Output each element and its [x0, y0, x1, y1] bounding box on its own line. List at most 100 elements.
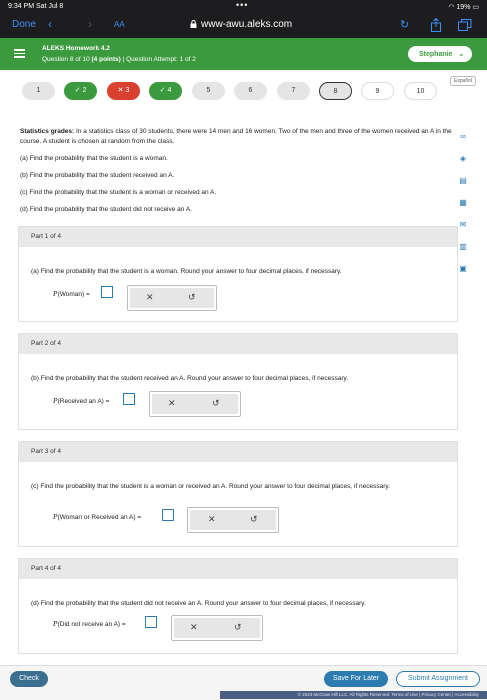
problem-item-c: (c) Find the probability that the studen…: [20, 189, 217, 196]
assignment-title: ALEKS Homework 4.2: [42, 45, 110, 52]
multitask-dots[interactable]: •••: [236, 0, 248, 10]
espanol-toggle[interactable]: Español: [450, 76, 477, 86]
chevron-down-icon: ⌄: [458, 51, 465, 58]
problem-statement: Statistics grades: In a statistics class…: [20, 127, 460, 215]
question-nav-button-2[interactable]: ✓ 2: [64, 82, 97, 100]
part-4-label: P(Did not receive an A) =: [53, 619, 126, 628]
undo-icon[interactable]: ↺: [250, 514, 258, 525]
share-icon[interactable]: [430, 18, 442, 32]
part-2-header: Part 2 of 4: [19, 334, 457, 354]
user-menu-button[interactable]: Stephanie ⌄: [408, 46, 472, 62]
status-time: 9:34 PM Sat Jul 8: [8, 3, 64, 10]
clear-icon[interactable]: ✕: [190, 622, 198, 633]
problem-item-d: (d) Find the probability that the studen…: [20, 206, 192, 213]
forward-icon[interactable]: ›: [88, 17, 92, 31]
tools-sidebar: ∞ ◈ ▤ ▦ ✉ ▥ ▣: [458, 132, 472, 286]
part-2-question: (b) Find the probability that the studen…: [31, 375, 349, 382]
part-2-answer-input[interactable]: [123, 393, 135, 405]
part-2-label-text: (Received an A) =: [57, 398, 110, 405]
question-nav-button-10[interactable]: 10: [404, 82, 437, 100]
action-box-inner: [152, 394, 238, 414]
wifi-icon: ◠: [448, 4, 455, 11]
problem-text: In a statistics class of 30 students, th…: [20, 128, 452, 145]
part-3-label-text: (Woman or Received an A) =: [57, 514, 142, 521]
part-1-answer-input[interactable]: [101, 286, 113, 298]
undo-icon[interactable]: ↺: [188, 292, 196, 303]
problem-intro: Statistics grades: In a statistics class…: [20, 127, 460, 147]
question-nav-button-3[interactable]: ✕ 3: [107, 82, 140, 100]
done-button[interactable]: Done: [12, 19, 36, 30]
part-3-question: (c) Find the probability that the studen…: [31, 483, 391, 490]
part-3-panel: Part 3 of 4 (c) Find the probability tha…: [18, 441, 458, 547]
question-nav: 1 ✓ 2 ✕ 3 ✓ 4 5 6 7 8 9 10: [22, 82, 452, 100]
part-4-answer-input[interactable]: [145, 616, 157, 628]
clear-icon[interactable]: ✕: [208, 514, 216, 525]
question-nav-button-7[interactable]: 7: [277, 82, 310, 100]
part-2-label: P(Received an A) =: [53, 396, 109, 405]
user-name: Stephanie: [419, 51, 453, 58]
recommendation-icon[interactable]: ◈: [458, 154, 468, 164]
part-1-action-box: ✕ ↺: [127, 285, 217, 311]
question-nav-button-6[interactable]: 6: [234, 82, 267, 100]
problem-item-a: (a) Find the probability that the studen…: [20, 155, 168, 162]
tabs-icon[interactable]: [458, 19, 472, 31]
save-for-later-button[interactable]: Save For Later: [324, 671, 388, 687]
clear-icon[interactable]: ✕: [168, 398, 176, 409]
problem-item-b: (b) Find the probability that the studen…: [20, 172, 175, 179]
part-4-panel: Part 4 of 4 (d) Find the probability tha…: [18, 558, 458, 654]
undo-icon[interactable]: ↺: [212, 398, 220, 409]
question-nav-button-4[interactable]: ✓ 4: [149, 82, 182, 100]
part-1-question: (a) Find the probability that the studen…: [31, 268, 342, 275]
ios-status-bar: 9:34 PM Sat Jul 8 ••• ◠ 19% ▭: [0, 0, 487, 14]
part-2-action-box: ✕ ↺: [149, 391, 241, 417]
problem-heading: Statistics grades:: [20, 128, 75, 135]
address-bar[interactable]: www-awu.aleks.com: [190, 19, 292, 30]
part-4-header: Part 4 of 4: [19, 559, 457, 579]
status-right: ◠ 19% ▭: [448, 3, 479, 11]
question-index: Question 8 of 10: [42, 56, 92, 63]
calculator-icon[interactable]: ▦: [458, 198, 468, 208]
part-2-panel: Part 2 of 4 (b) Find the probability tha…: [18, 333, 458, 430]
question-points: (4 points): [91, 56, 121, 63]
infinity-icon[interactable]: ∞: [458, 132, 468, 142]
assignment-header: ALEKS Homework 4.2 Question 8 of 10 (4 p…: [0, 38, 487, 70]
footer-bar: Check Save For Later Submit Assignment ©…: [0, 665, 487, 700]
textbook-icon[interactable]: ▤: [458, 176, 468, 186]
part-4-question: (d) Find the probability that the studen…: [31, 600, 366, 607]
reload-icon[interactable]: ↻: [400, 18, 409, 31]
question-nav-button-8[interactable]: 8: [319, 82, 352, 100]
question-attempt: Question Attempt: 1 of 2: [126, 56, 196, 63]
part-3-header: Part 3 of 4: [19, 442, 457, 462]
battery-icon: ▭: [472, 4, 479, 11]
clear-icon[interactable]: ✕: [146, 292, 154, 303]
resources-icon[interactable]: ▣: [458, 264, 468, 274]
menu-icon[interactable]: [14, 49, 25, 58]
part-3-label: P(Woman or Received an A) =: [53, 512, 141, 521]
lock-icon: [190, 20, 197, 28]
part-1-label-text: (Woman) =: [57, 291, 90, 298]
part-1-header: Part 1 of 4: [19, 227, 457, 247]
action-box-inner: [130, 288, 214, 308]
message-icon[interactable]: ✉: [458, 220, 468, 230]
submit-assignment-button[interactable]: Submit Assignment: [396, 671, 480, 687]
question-nav-button-5[interactable]: 5: [192, 82, 225, 100]
text-size-button[interactable]: AA: [114, 20, 125, 29]
part-3-action-box: ✕ ↺: [187, 507, 279, 533]
action-box-inner: [190, 510, 276, 530]
back-icon[interactable]: ‹: [48, 17, 52, 31]
part-1-label: P(Woman) =: [53, 289, 90, 298]
check-button[interactable]: Check: [10, 671, 48, 687]
question-nav-button-1[interactable]: 1: [22, 82, 55, 100]
part-3-answer-input[interactable]: [162, 509, 174, 521]
browser-toolbar: Done ‹ › AA www-awu.aleks.com ↻: [0, 14, 487, 38]
action-box-inner: [174, 618, 260, 638]
question-nav-button-9[interactable]: 9: [361, 82, 394, 100]
part-1-panel: Part 1 of 4 (a) Find the probability tha…: [18, 226, 458, 322]
part-4-label-text: (Did not receive an A) =: [57, 621, 126, 628]
question-progress: Question 8 of 10 (4 points) | Question A…: [42, 56, 196, 63]
copyright-text: © 2023 McGraw Hill LLC. All Rights Reser…: [297, 692, 479, 697]
data-chart-icon[interactable]: ▥: [458, 242, 468, 252]
url-text: www-awu.aleks.com: [201, 19, 293, 30]
undo-icon[interactable]: ↺: [234, 622, 242, 633]
part-4-action-box: ✕ ↺: [171, 615, 263, 641]
